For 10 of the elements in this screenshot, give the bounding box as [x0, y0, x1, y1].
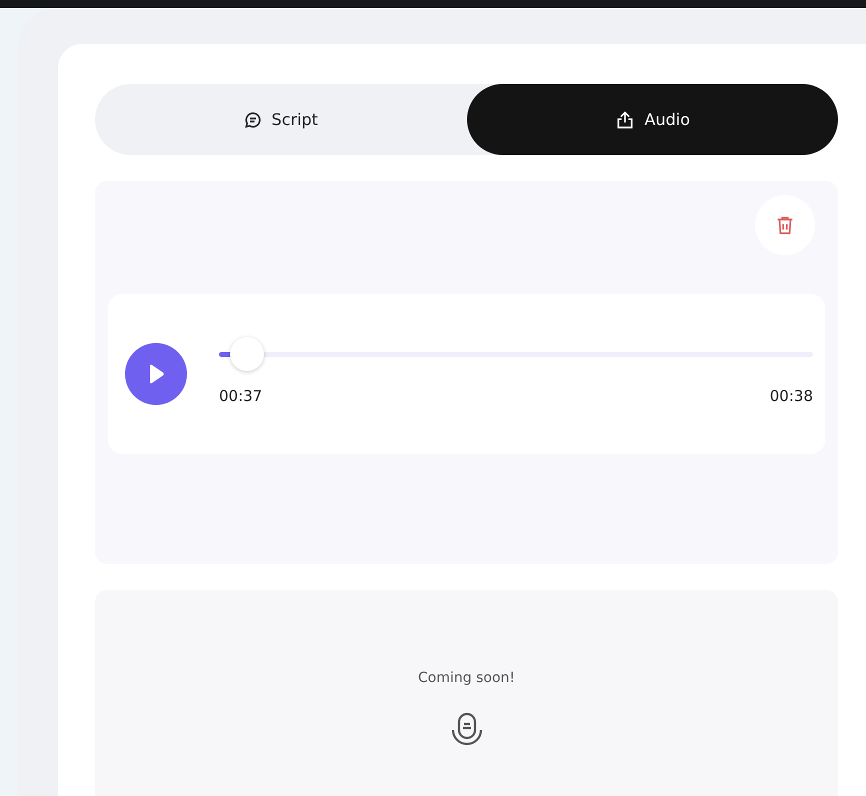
tab[interactable]: Audio [466, 84, 838, 155]
progress-thumb[interactable] [230, 337, 264, 371]
upload-icon [614, 110, 634, 130]
total-time: 00:38 [770, 386, 813, 404]
microphone-icon [450, 712, 484, 748]
tab[interactable]: Script [95, 84, 466, 155]
play-icon [147, 363, 165, 385]
chat-icon [244, 110, 262, 128]
coming-soon-text: Coming soon! [418, 670, 515, 686]
current-time: 00:37 [219, 386, 262, 404]
